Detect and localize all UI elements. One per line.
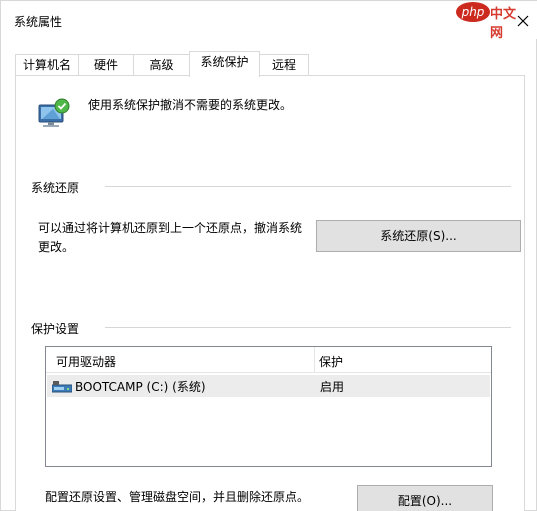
tab-hardware[interactable]: 硬件 (78, 54, 134, 76)
configure-text: 配置还原设置、管理磁盘空间，并且删除还原点。 (45, 490, 310, 504)
watermark-text: 中文网 (490, 7, 517, 41)
system-restore-button[interactable]: 系统还原(S)... (316, 220, 521, 252)
column-separator[interactable] (314, 347, 315, 373)
configure-button[interactable]: 配置(O)... (357, 485, 493, 511)
drive-protection-status: 启用 (320, 380, 345, 394)
protection-description: 使用系统保护撤消不需要的系统更改。 (88, 98, 293, 112)
tab-bar: 计算机名 硬件 高级 系统保护 远程 (15, 51, 525, 77)
section-divider (105, 327, 511, 328)
system-restore-section-label: 系统还原 (31, 179, 86, 196)
protection-settings-section-label: 保护设置 (31, 320, 86, 337)
watermark-logo: php (456, 2, 490, 22)
tab-system-protection[interactable]: 系统保护 (189, 51, 260, 77)
tab-computer-name[interactable]: 计算机名 (15, 54, 79, 76)
system-protection-icon (37, 97, 73, 131)
tab-remote[interactable]: 远程 (259, 54, 309, 76)
column-header-drives[interactable]: 可用驱动器 (56, 353, 116, 370)
list-header: 可用驱动器 保护 (46, 347, 491, 373)
system-properties-window: 系统属性 php 中文网 计算机名 硬件 高级 系统保护 远程 使用系统保护撤消… (0, 0, 537, 511)
system-restore-text: 可以通过将计算机还原到上一个还原点，撤消系统更改。 (38, 221, 303, 254)
watermark: php 中文网 (456, 2, 520, 41)
drive-icon (51, 381, 73, 393)
column-header-protection[interactable]: 保护 (319, 353, 343, 370)
table-row[interactable]: BOOTCAMP (C:) (系统) 启用 (47, 375, 490, 397)
section-divider (105, 186, 511, 187)
window-title: 系统属性 (14, 15, 63, 29)
drive-list[interactable]: 可用驱动器 保护 BOOTCAMP (C:) (系统) 启用 (45, 346, 492, 467)
tab-advanced[interactable]: 高级 (133, 54, 190, 76)
drive-name: BOOTCAMP (C:) (系统) (75, 380, 206, 394)
